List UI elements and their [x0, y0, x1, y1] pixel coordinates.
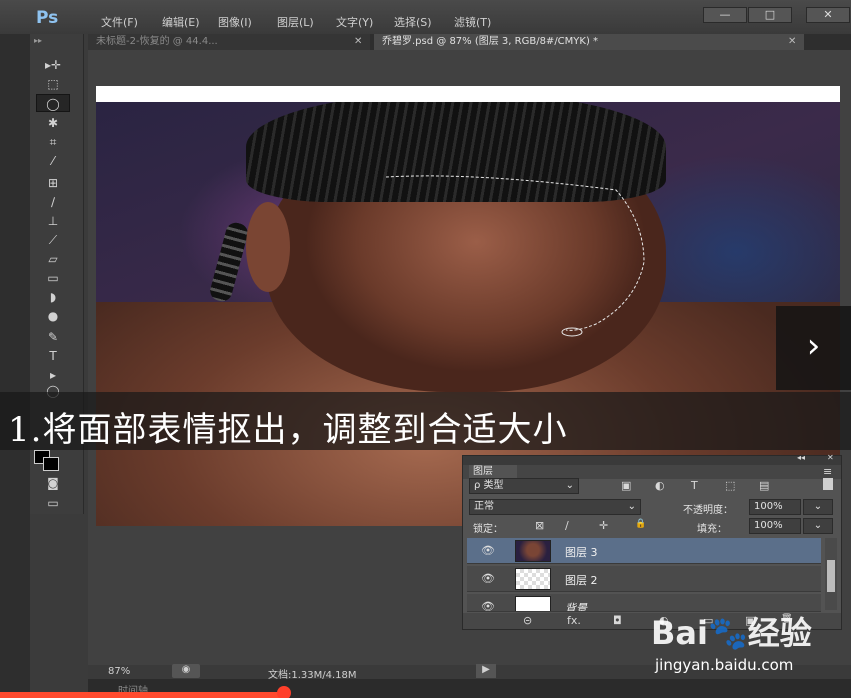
lasso-tool-icon[interactable]: ◯ [36, 94, 70, 112]
minimize-button[interactable]: — [703, 7, 747, 23]
add-mask-icon[interactable]: ◘ [613, 614, 622, 627]
marquee-tool-icon[interactable]: ⬚ [36, 75, 70, 93]
link-layers-icon[interactable]: ⊝ [523, 614, 532, 627]
baidu-logo: Bai🐾经验 [651, 614, 812, 652]
subtitle-caption: 1.将面部表情抠出，调整到合适大小 [8, 410, 568, 450]
close-window-button[interactable]: ✕ [806, 7, 850, 23]
pixel-filter-icon[interactable]: ▣ [621, 479, 631, 492]
fill-input[interactable]: 100% [749, 518, 801, 534]
video-progress-bar[interactable] [0, 692, 284, 698]
adjustment-filter-icon[interactable]: ◐ [655, 479, 665, 492]
smart-object-filter-icon[interactable]: ▤ [759, 479, 769, 492]
eyedropper-tool-icon[interactable]: ⁄ [36, 152, 70, 170]
blur-tool-icon[interactable]: ◗ [36, 288, 70, 306]
video-progress-knob[interactable] [277, 686, 291, 698]
status-menu-arrow-icon[interactable]: ▶ [476, 664, 496, 678]
brush-tool-icon[interactable]: ∕ [36, 193, 70, 211]
pen-tool-icon[interactable]: ✎ [36, 328, 70, 346]
document-white-margin [96, 86, 840, 102]
chevron-down-icon: ⌄ [627, 501, 636, 512]
fx-icon[interactable]: fx. [567, 614, 581, 627]
tab-qiaobiluo-psd[interactable]: 乔碧罗.psd @ 87% (图层 3, RGB/8#/CMYK) * [374, 34, 804, 50]
fill-dropdown-icon[interactable]: ⌄ [803, 518, 833, 534]
lock-label: 锁定： [473, 524, 503, 535]
lock-all-icon[interactable]: 🔒 [635, 519, 646, 529]
lock-position-icon[interactable]: ✛ [599, 519, 608, 532]
panel-tab-row [463, 465, 841, 479]
tab-untitled-2[interactable]: 未标题-2-恢复的 @ 44.4... [88, 34, 370, 50]
menu-filter[interactable]: 滤镜(T) [454, 14, 491, 30]
lock-pixels-icon[interactable]: ∕ [565, 519, 569, 532]
menu-bar: Ps 文件(F) 编辑(E) 图像(I) 图层(L) 文字(Y) 选择(S) 滤… [0, 0, 851, 34]
layer-thumbnail [515, 540, 551, 562]
gradient-tool-icon[interactable]: ▭ [36, 269, 70, 287]
opacity-input[interactable]: 100% [749, 499, 801, 515]
blend-mode-label: 正常 [474, 501, 494, 512]
document-tab-strip: 未标题-2-恢复的 @ 44.4... ✕ 乔碧罗.psd @ 87% (图层 … [88, 34, 851, 50]
watermark-url: jingyan.baidu.com [655, 656, 794, 674]
eye-icon[interactable]: 👁 [481, 544, 495, 557]
tab-label: 未标题-2-恢复的 @ 44.4... [96, 36, 218, 47]
tab-layers[interactable]: 图层 [469, 465, 517, 479]
scrollbar-thumb[interactable] [827, 560, 835, 592]
quick-mask-icon[interactable]: ◙ [36, 474, 70, 492]
layer-thumbnail [515, 596, 551, 611]
dodge-tool-icon[interactable]: ● [36, 307, 70, 325]
menu-type[interactable]: 文字(Y) [336, 14, 373, 30]
layer-filter-kind-select[interactable]: ρ 类型 ⌄ [469, 478, 579, 494]
panel-collapse-icon[interactable]: ◂◂ [797, 453, 805, 462]
layer-name: 图层 3 [565, 546, 598, 559]
panel-close-icon[interactable]: ✕ [827, 453, 834, 462]
screen-mode-icon[interactable]: ▭ [36, 494, 70, 512]
layer-row[interactable]: 👁 图层 3 [467, 538, 821, 564]
shape-filter-icon[interactable]: ⬚ [725, 479, 735, 492]
opacity-dropdown-icon[interactable]: ⌄ [803, 499, 833, 515]
layer-row[interactable]: 👁 图层 2 [467, 566, 821, 592]
baidu-jingyan-watermark: Bai🐾经验 jingyan.baidu.com [651, 606, 831, 682]
magic-wand-tool-icon[interactable]: ✱ [36, 114, 70, 132]
eye-icon[interactable]: 👁 [481, 600, 495, 611]
fill-label: 填充： [697, 524, 727, 535]
left-edge-strip [0, 0, 30, 698]
layer-name: 图层 2 [565, 574, 598, 587]
tab-close-icon[interactable]: ✕ [788, 34, 796, 50]
next-slide-button[interactable]: › [776, 306, 851, 390]
type-filter-icon[interactable]: T [691, 479, 698, 492]
toolbox-collapse-icon[interactable]: ▸▸ [34, 36, 42, 45]
status-preview-icon[interactable]: ◉ [172, 664, 200, 678]
menu-edit[interactable]: 编辑(E) [162, 14, 200, 30]
layers-panel: ◂◂ ✕ 图层 ≡ ρ 类型 ⌄ ▣ ◐ T ⬚ ▤ 正常 ⌄ 不透明度： 10… [462, 453, 842, 630]
filter-kind-label: ρ 类型 [474, 480, 504, 491]
blend-mode-select[interactable]: 正常 ⌄ [469, 499, 641, 515]
stamp-tool-icon[interactable]: ⊥ [36, 212, 70, 230]
eraser-tool-icon[interactable]: ▱ [36, 250, 70, 268]
type-tool-icon[interactable]: T [36, 347, 70, 365]
background-color-swatch[interactable] [43, 457, 59, 471]
menu-image[interactable]: 图像(I) [218, 14, 252, 30]
tab-label: 乔碧罗.psd @ 87% (图层 3, RGB/8#/CMYK) * [382, 36, 599, 47]
lock-transparent-icon[interactable]: ⊠ [535, 519, 544, 532]
eye-icon[interactable]: 👁 [481, 572, 495, 585]
photoshop-logo: Ps [36, 8, 59, 28]
crop-tool-icon[interactable]: ⌗ [36, 133, 70, 151]
chevron-down-icon: ⌄ [565, 480, 574, 491]
opacity-label: 不透明度： [683, 505, 733, 516]
zoom-level[interactable]: 87% [108, 666, 130, 677]
tab-close-icon[interactable]: ✕ [354, 34, 362, 50]
filter-toggle-icon[interactable] [823, 478, 833, 490]
layer-thumbnail [515, 568, 551, 590]
menu-select[interactable]: 选择(S) [394, 14, 432, 30]
menu-layer[interactable]: 图层(L) [277, 14, 314, 30]
menu-file[interactable]: 文件(F) [101, 14, 138, 30]
panel-topbar: ◂◂ ✕ [463, 453, 841, 465]
history-brush-tool-icon[interactable]: ⟋ [36, 231, 70, 249]
layers-scrollbar[interactable] [825, 538, 837, 610]
layer-name: 背景 [565, 602, 587, 612]
move-tool-icon[interactable]: ▸✛ [36, 56, 70, 74]
panel-menu-icon[interactable]: ≡ [823, 465, 832, 478]
restore-button[interactable]: □ [748, 7, 792, 23]
healing-tool-icon[interactable]: ⊞ [36, 174, 70, 192]
